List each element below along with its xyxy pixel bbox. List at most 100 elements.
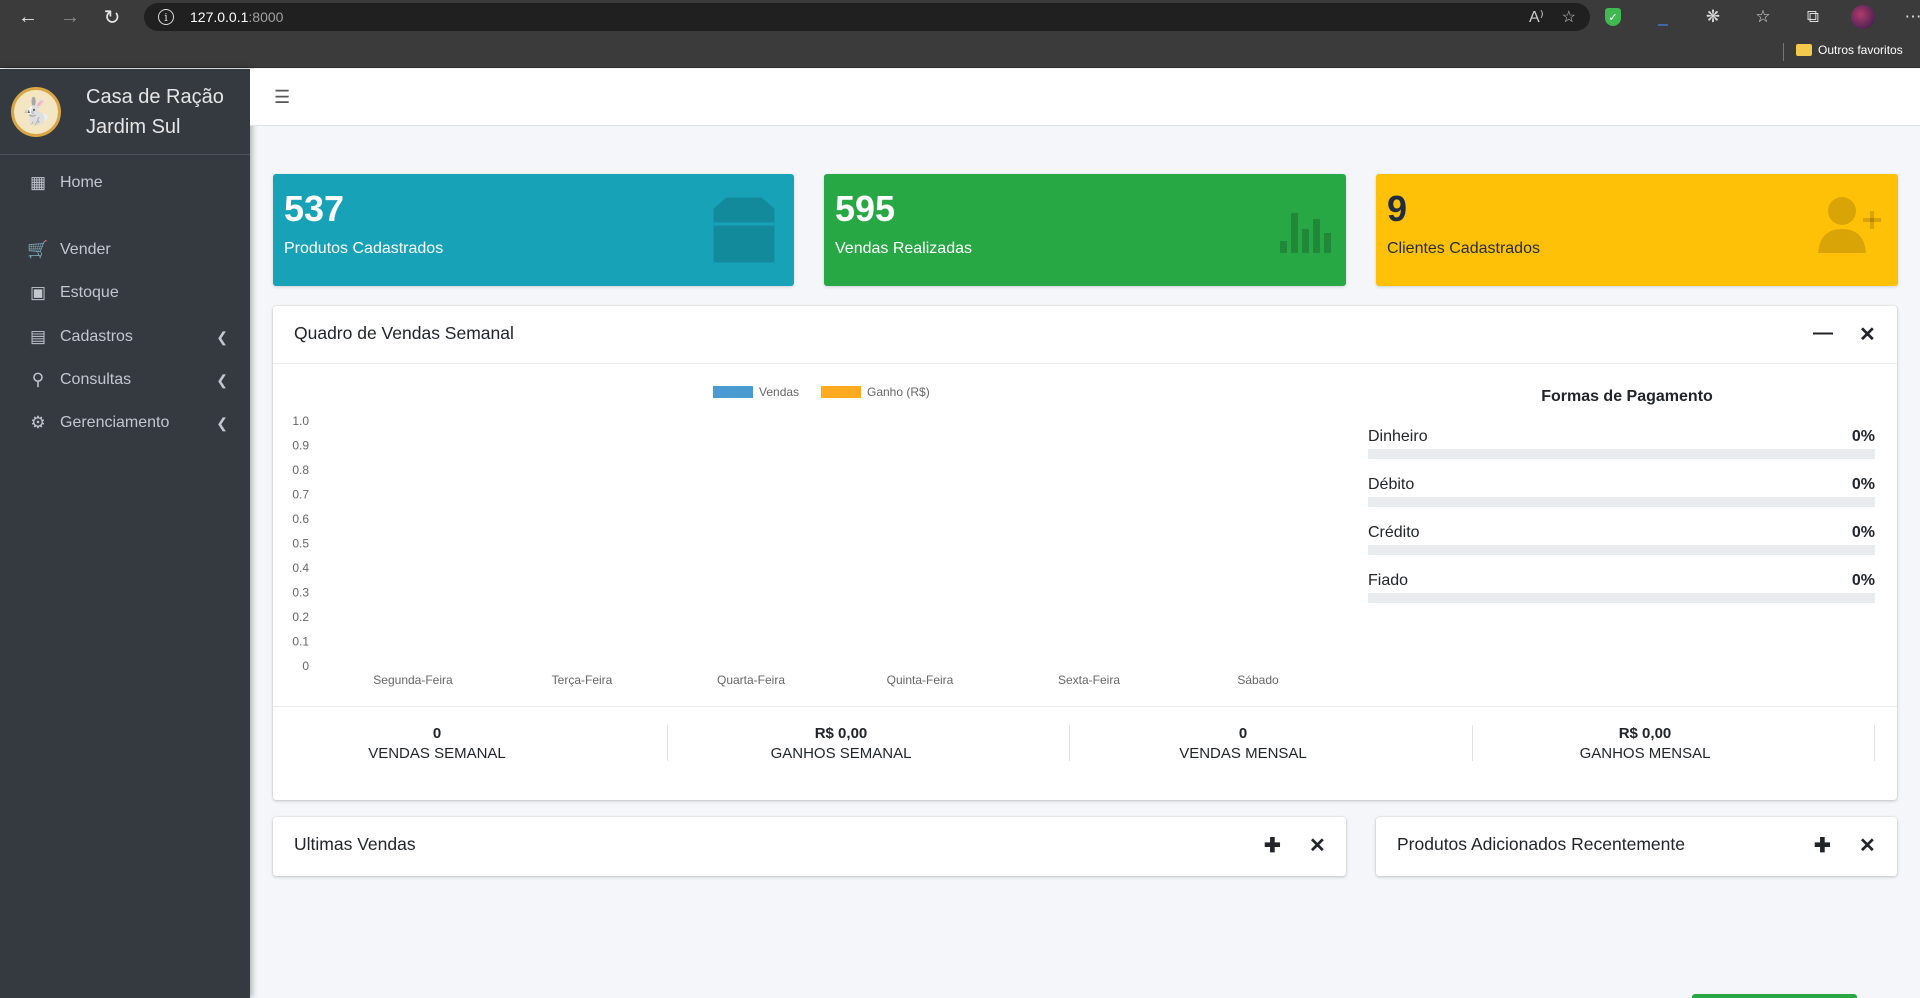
- y-tick-label: 0.2: [292, 610, 309, 624]
- chevron-left-icon: ❮: [216, 328, 228, 345]
- brand-logo: 🐇: [11, 86, 61, 137]
- chevron-left-icon: ❮: [216, 371, 228, 388]
- y-tick-label: 0.3: [292, 586, 309, 600]
- search-icon: ⚲: [31, 370, 45, 389]
- recent-sales-card: Ultimas Vendas ✚ ✕: [273, 817, 1346, 876]
- products-label: Produtos Cadastrados: [284, 240, 444, 257]
- weekly-sales-title: Quadro de Vendas Semanal: [294, 323, 514, 343]
- sidebar-item-gerenciamento[interactable]: ⚙ Gerenciamento ❮: [0, 405, 250, 441]
- y-tick-label: 0: [302, 659, 309, 673]
- user-plus-icon: [1818, 194, 1884, 268]
- y-tick-label: 0.5: [292, 537, 309, 551]
- progress-bar: [1368, 497, 1875, 507]
- y-tick-label: 0.7: [292, 488, 309, 502]
- sidebar-item-vender[interactable]: 🛒 Vender: [0, 232, 250, 268]
- close-icon[interactable]: ✕: [1309, 833, 1326, 858]
- close-icon[interactable]: ✕: [1859, 833, 1876, 858]
- grid-icon: ▦: [29, 173, 47, 192]
- x-tick-label: Segunda-Feira: [373, 673, 453, 687]
- sales-stat-box: 595 Vendas Realizadas: [824, 174, 1346, 286]
- legend-swatch-1: [821, 386, 861, 398]
- card-header: Quadro de Vendas Semanal — ✕: [273, 306, 1897, 364]
- minus-icon[interactable]: —: [1813, 322, 1833, 345]
- sales-count: 595: [835, 188, 896, 229]
- other-favorites-folder[interactable]: Outros favoritos: [1796, 43, 1903, 57]
- close-icon[interactable]: ✕: [1859, 322, 1876, 347]
- read-aloud-icon[interactable]: A⁾: [1529, 7, 1544, 27]
- x-tick-label: Sexta-Feira: [1058, 673, 1120, 687]
- x-tick-label: Sábado: [1237, 673, 1279, 687]
- bar-chart-icon: [1280, 194, 1332, 268]
- sidebar-item-home[interactable]: ▦ Home: [0, 165, 250, 201]
- products-stat-box: 537 Produtos Cadastrados: [273, 174, 794, 286]
- plus-icon[interactable]: ✚: [1264, 833, 1281, 858]
- sidebar: 🐇 Casa de Ração Jardim Sul ▦ Home 🛒 Vend…: [0, 69, 250, 998]
- legend-label-1: Ganho (R$): [867, 385, 930, 399]
- progress-bar: [1368, 545, 1875, 555]
- sidebar-item-estoque[interactable]: ▣ Estoque: [0, 275, 250, 311]
- box-icon: ▣: [29, 283, 47, 302]
- weekly-bar-chart: Vendas Ganho (R$) 1.0 0.9 0.8 0.7 0.6 0.5 0.4 0.3…: [292, 385, 1279, 687]
- top-navbar: ☰: [250, 69, 1920, 126]
- extension-underline-icon[interactable]: _: [1650, 4, 1676, 30]
- x-tick-label: Terça-Feira: [552, 673, 613, 687]
- gears-icon: ⚙: [30, 413, 46, 432]
- favorites-icon[interactable]: ☆: [1750, 4, 1776, 30]
- progress-bar: [1368, 449, 1875, 459]
- y-tick-label: 0.4: [292, 561, 309, 575]
- bookmarks-bar: Outros favoritos: [0, 35, 1920, 68]
- more-menu-icon[interactable]: ⋯: [1900, 4, 1920, 30]
- legend-swatch-0: [713, 386, 753, 398]
- collections-icon[interactable]: ⧉: [1800, 4, 1826, 30]
- info-icon[interactable]: i: [158, 9, 174, 25]
- favorite-star-icon[interactable]: ☆: [1562, 7, 1576, 27]
- x-tick-label: Quinta-Feira: [887, 673, 954, 687]
- payment-row-fiado: Fiado 0%: [1368, 572, 1875, 603]
- payment-row-dinheiro: Dinheiro 0%: [1368, 428, 1875, 459]
- back-arrow-icon[interactable]: ←: [14, 4, 42, 32]
- plus-icon[interactable]: ✚: [1814, 833, 1831, 858]
- payment-methods-title: Formas de Pagamento: [1541, 388, 1713, 405]
- green-button-partial[interactable]: [1692, 994, 1857, 998]
- reload-icon[interactable]: ↻: [98, 4, 126, 32]
- clients-label: Clientes Cadastrados: [1387, 240, 1540, 257]
- y-tick-label: 1.0: [292, 414, 309, 428]
- stat-monthly-earnings: R$ 0,00 GANHOS MENSAL: [1579, 725, 1711, 762]
- stat-monthly-sales: 0 VENDAS MENSAL: [1179, 725, 1307, 762]
- stat-weekly-sales: 0 VENDAS SEMANAL: [368, 725, 506, 762]
- sales-label: Vendas Realizadas: [835, 240, 972, 257]
- products-count: 537: [284, 188, 345, 229]
- address-bar[interactable]: i 127.0.0.1:8000 A⁾ ☆: [144, 3, 1590, 31]
- id-card-icon: ▤: [29, 327, 47, 346]
- x-tick-label: Quarta-Feira: [717, 673, 785, 687]
- y-tick-label: 0.9: [292, 439, 309, 453]
- payment-row-credito: Crédito 0%: [1368, 524, 1875, 555]
- clients-count: 9: [1387, 188, 1408, 229]
- sidebar-item-consultas[interactable]: ⚲ Consultas ❮: [0, 362, 250, 398]
- puzzle-extensions-icon[interactable]: ❋: [1700, 4, 1726, 30]
- profile-avatar[interactable]: [1850, 4, 1876, 30]
- recent-sales-title: Ultimas Vendas: [294, 834, 416, 854]
- y-tick-label: 0.6: [292, 512, 309, 526]
- chevron-left-icon: ❮: [216, 414, 228, 431]
- forward-arrow-icon[interactable]: →: [56, 4, 84, 32]
- cart-icon: 🛒: [27, 240, 49, 259]
- y-tick-label: 0.8: [292, 463, 309, 477]
- brand-text: Casa de Ração Jardim Sul: [86, 85, 224, 138]
- box-icon: [708, 194, 780, 281]
- recent-products-title: Produtos Adicionados Recentemente: [1397, 834, 1685, 854]
- shield-extension-icon[interactable]: ✓: [1600, 4, 1626, 30]
- hamburger-menu-icon[interactable]: ☰: [274, 87, 290, 108]
- payment-row-debito: Débito 0%: [1368, 476, 1875, 507]
- clients-stat-box: 9 Clientes Cadastrados: [1376, 174, 1898, 286]
- sidebar-item-cadastros[interactable]: ▤ Cadastros ❮: [0, 319, 250, 355]
- recent-products-card: Produtos Adicionados Recentemente ✚ ✕: [1376, 817, 1897, 876]
- progress-bar: [1368, 593, 1875, 603]
- url-text[interactable]: 127.0.0.1:8000: [190, 9, 283, 25]
- y-tick-label: 0.1: [292, 635, 309, 649]
- browser-toolbar: ← → ↻ i 127.0.0.1:8000 A⁾ ☆ ✓ _ ❋ ☆ ⧉ ⋯: [0, 0, 1920, 35]
- folder-icon: [1796, 44, 1812, 56]
- brand-link[interactable]: 🐇 Casa de Ração Jardim Sul: [0, 69, 250, 155]
- legend-label-0: Vendas: [759, 385, 799, 399]
- stat-weekly-earnings: R$ 0,00 GANHOS SEMANAL: [770, 725, 912, 762]
